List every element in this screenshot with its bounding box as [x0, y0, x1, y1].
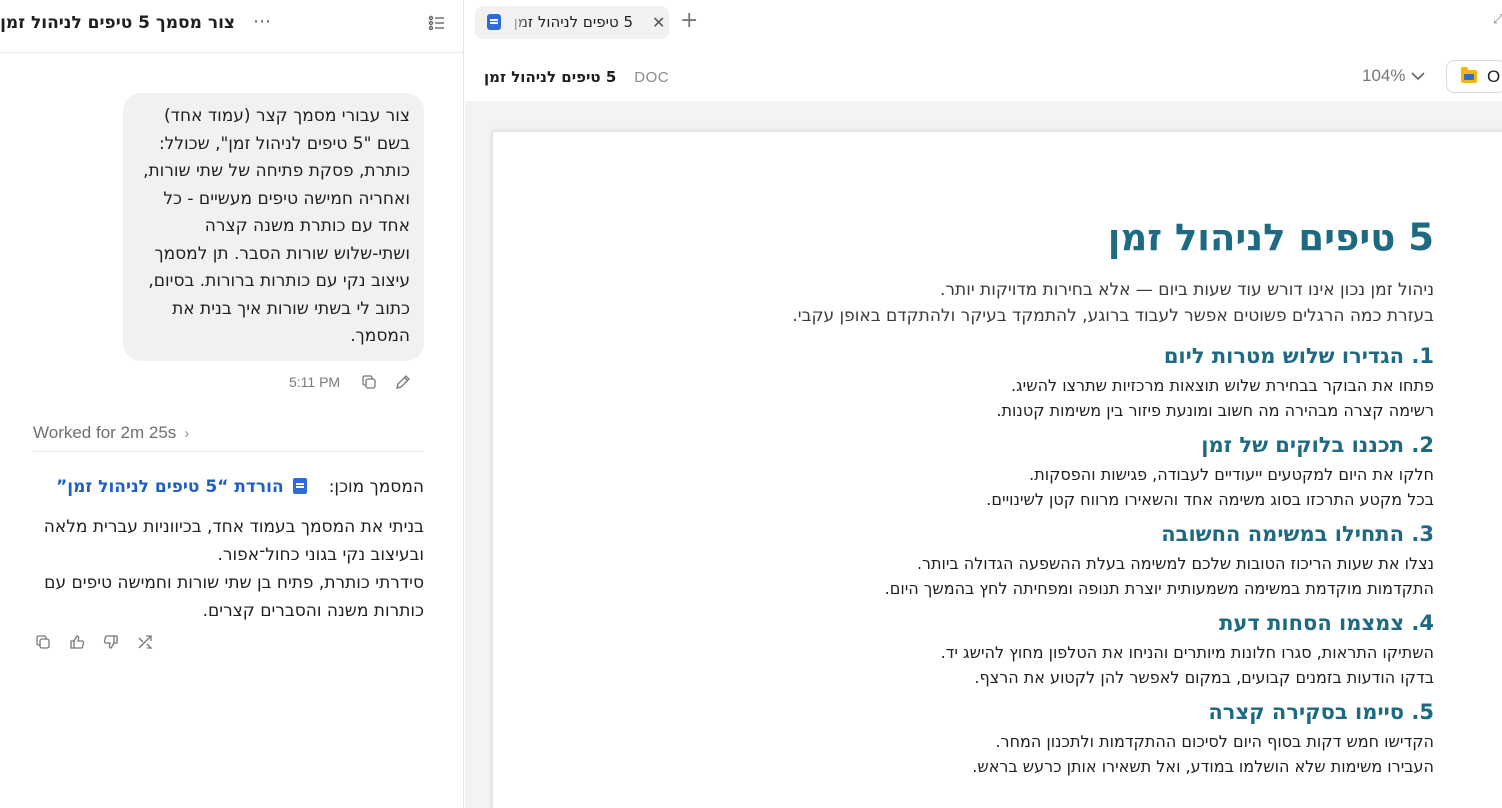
tip-body: הקדישו חמש דקות בסוף היום לסיכום ההתקדמו… [634, 729, 1434, 779]
tip-line: העבירו משימות שלא הושלמו במודע, ואל תשאי… [972, 757, 1434, 776]
tip-line: רשימה קצרה מבהירה מה חשוב ומונעת פיזור ב… [996, 401, 1434, 420]
document-ready-line: המסמך מוכן: הורדת “5 טיפים לניהול זמן” [33, 475, 424, 499]
word-doc-icon [487, 14, 501, 30]
document-name: 5 טיפים לניהול זמן [484, 68, 617, 86]
zoom-dropdown[interactable]: 104% [1362, 66, 1426, 86]
chevron-right-icon: › [184, 424, 190, 442]
chevron-down-icon [1411, 72, 1426, 81]
more-options-icon[interactable]: ⋯ [252, 12, 272, 32]
tip-title: 2. תכננו בלוקים של זמן [1201, 433, 1434, 457]
tip-line: פתחו את הבוקר בבחירת שלוש תוצאות מרכזיות… [1010, 376, 1434, 395]
thumbs-up-icon[interactable] [69, 634, 85, 650]
document-content: 5 טיפים לניהול זמן ניהול זמן נכון אינו ד… [634, 216, 1434, 787]
document-title: 5 טיפים לניהול זמן [1107, 216, 1434, 259]
outline-list-icon[interactable] [428, 14, 446, 32]
tip-title: 4. צמצמו הסחות דעת [1219, 611, 1434, 635]
worked-duration-label: Worked for 2m 25s [33, 423, 177, 442]
tip-title: 1. הגדירו שלוש מטרות ליום [1163, 344, 1434, 368]
open-in-button[interactable]: O [1446, 60, 1502, 93]
user-message: צור עבורי מסמך קצר (עמוד אחד) בשם "5 טיפ… [123, 93, 424, 361]
tip-title: 3. התחילו במשימה החשובה [1161, 522, 1434, 546]
edit-pencil-icon[interactable] [395, 374, 411, 390]
document-page: 5 טיפים לניהול זמן ניהול זמן נכון אינו ד… [492, 131, 1502, 808]
message-timestamp: 5:11 PM [289, 374, 341, 390]
assistant-actions [35, 634, 153, 650]
ready-prefix: המסמך מוכן: [328, 477, 424, 497]
document-title-bar: 5 טיפים לניהול זמן DOC [484, 66, 669, 88]
close-icon[interactable]: ✕ [652, 13, 665, 32]
chat-title: צור מסמך 5 טיפים לניהול זמן [0, 13, 235, 33]
worked-duration-toggle[interactable]: Worked for 2m 25s › [33, 423, 189, 443]
thumbs-down-icon[interactable] [103, 634, 119, 650]
tip-line: התקדמות מוקדמת במשימה משמעותית יוצרת תנו… [884, 579, 1434, 598]
divider [33, 451, 424, 452]
tip-body: השתיקו התראות, סגרו חלונות מיותרים והניח… [634, 640, 1434, 690]
assistant-line: בניתי את המסמך בעמוד אחד, בכיווניות עברי… [43, 517, 424, 565]
tip-line: בדקו הודעות בזמנים קבועים, במקום לאפשר ל… [974, 668, 1434, 687]
tip-title: 5. סיימו בסקירה קצרה [1208, 700, 1434, 724]
intro-line: ניהול זמן נכון אינו דורש עוד שעות ביום —… [940, 280, 1434, 300]
chat-panel: צור מסמך 5 טיפים לניהול זמן ⋯ צור עבורי … [0, 0, 464, 808]
tip-line: השתיקו התראות, סגרו חלונות מיותרים והניח… [940, 643, 1434, 662]
chat-header: צור מסמך 5 טיפים לניהול זמן ⋯ [0, 0, 463, 53]
intro-line: בעזרת כמה הרגלים פשוטים אפשר לעבוד ברוגע… [792, 306, 1434, 326]
document-canvas[interactable]: 5 טיפים לניהול זמן ניהול זמן נכון אינו ד… [465, 101, 1502, 808]
download-document-link[interactable]: הורדת “5 טיפים לניהול זמן” [56, 477, 284, 497]
tip-line: חלקו את היום למקטעים ייעודיים לעבודה, פג… [1029, 465, 1434, 484]
copy-icon[interactable] [361, 374, 377, 390]
new-tab-plus-icon[interactable]: + [680, 9, 698, 33]
assistant-line: סידרתי כותרת, פתיח בן שתי שורות וחמישה ט… [44, 573, 424, 621]
assistant-message: בניתי את המסמך בעמוד אחד, בכיווניות עברי… [33, 513, 424, 625]
folder-icon [1461, 67, 1477, 83]
tip-line: נצלו את שעות הריכוז הטובות שלכם למשימה ב… [916, 554, 1434, 573]
document-viewer: 5 טיפים לניהול זמן ✕ + ⤢ 5 טיפים לניהול … [465, 0, 1502, 808]
tab-document[interactable]: 5 טיפים לניהול זמן ✕ [475, 6, 669, 39]
expand-icon[interactable]: ⤢ [1493, 12, 1502, 28]
document-type-badge: DOC [634, 68, 670, 86]
tab-label: 5 טיפים לניהול זמן [507, 13, 633, 31]
open-button-label: O [1487, 67, 1501, 86]
tip-body: נצלו את שעות הריכוז הטובות שלכם למשימה ב… [634, 551, 1434, 601]
share-icon[interactable] [137, 634, 153, 650]
tip-body: חלקו את היום למקטעים ייעודיים לעבודה, פג… [634, 462, 1434, 512]
tip-line: בכל מקטע התרכזו בסוג משימה אחד והשאירו מ… [986, 490, 1434, 509]
document-intro: ניהול זמן נכון אינו דורש עוד שעות ביום —… [634, 277, 1434, 329]
tip-body: פתחו את הבוקר בבחירת שלוש תוצאות מרכזיות… [634, 373, 1434, 423]
copy-icon[interactable] [35, 634, 51, 650]
tip-line: הקדישו חמש דקות בסוף היום לסיכום ההתקדמו… [995, 732, 1434, 751]
zoom-level: 104% [1362, 66, 1406, 85]
word-doc-icon [293, 478, 308, 494]
